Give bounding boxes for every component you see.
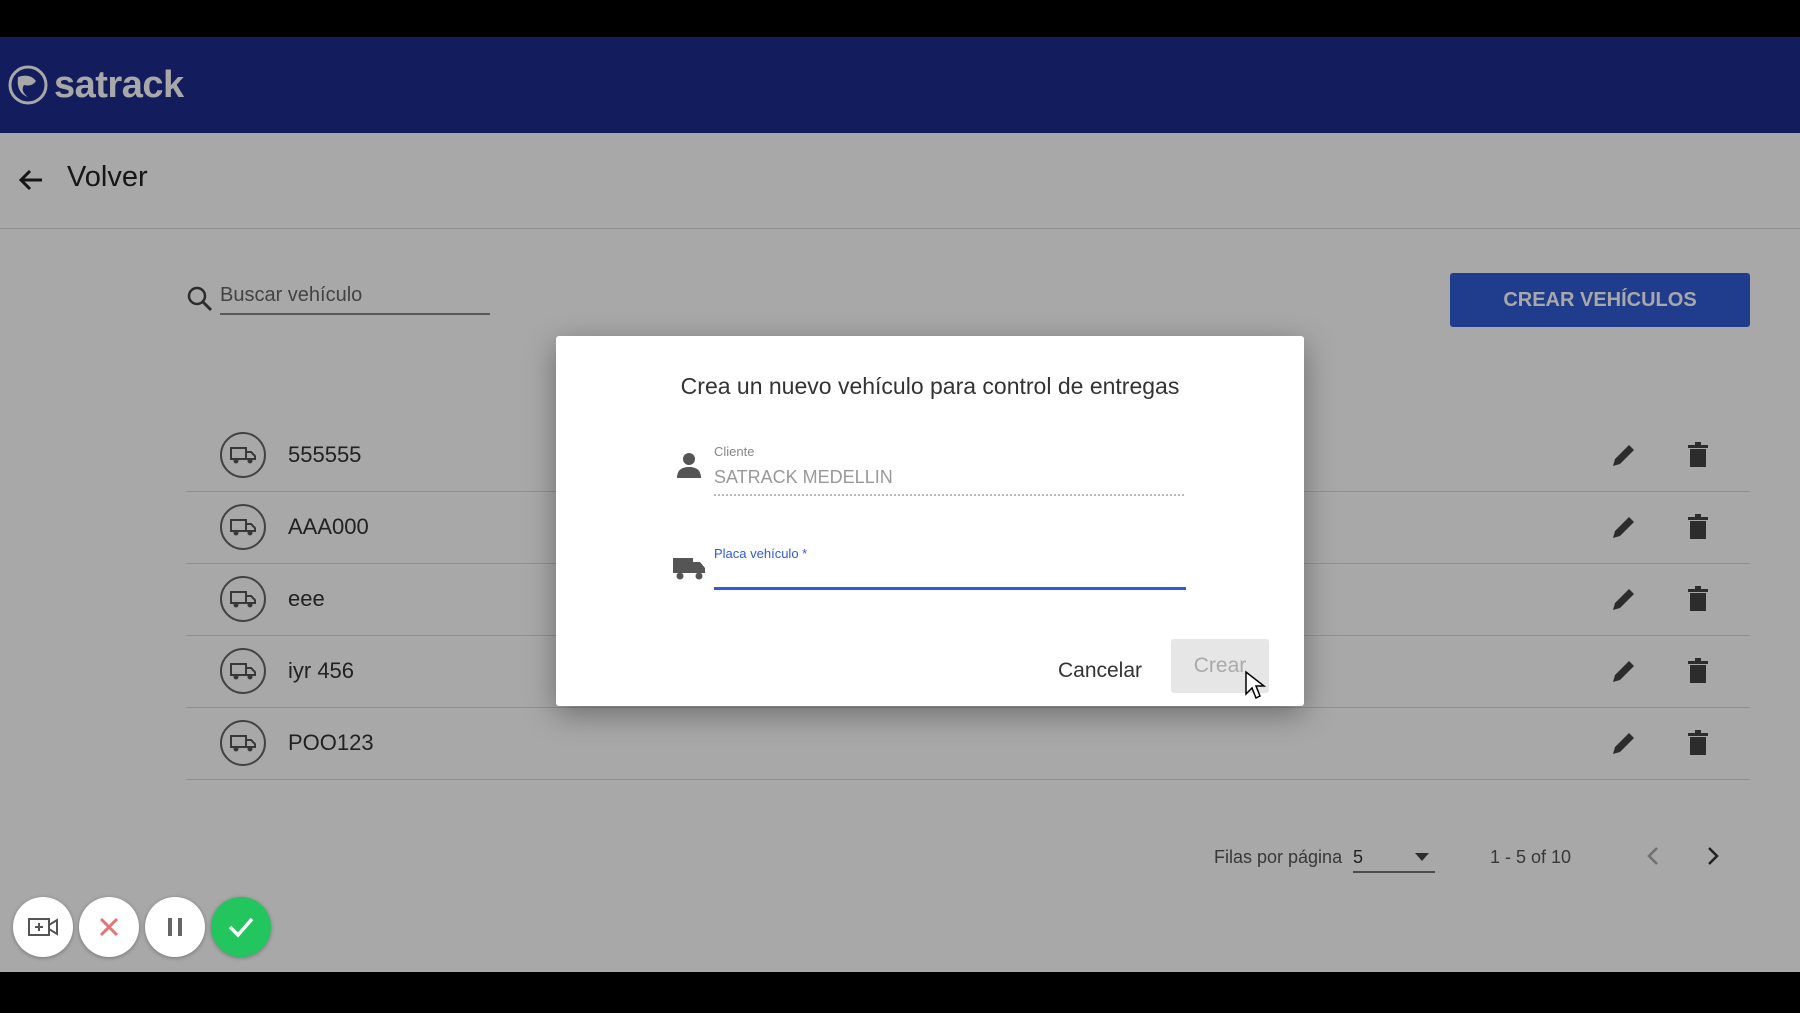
camera-icon [28, 918, 58, 936]
create-vehicle-dialog: Crea un nuevo vehículo para control de e… [556, 336, 1304, 706]
close-icon [99, 917, 119, 937]
cancel-recording-button[interactable] [79, 897, 139, 957]
recording-controls [13, 897, 271, 959]
truck-icon [673, 558, 705, 580]
client-label: Cliente [714, 444, 755, 459]
client-field [714, 494, 1184, 496]
pause-icon [168, 918, 182, 936]
check-icon [228, 917, 254, 938]
pause-button[interactable] [145, 897, 205, 957]
app-window: satrack Volver CREAR VEHÍCULOS 555555 [0, 37, 1800, 972]
video-frame: satrack Volver CREAR VEHÍCULOS 555555 [0, 0, 1800, 1013]
client-value: SATRACK MEDELLIN [714, 467, 893, 487]
camera-button[interactable] [13, 897, 73, 957]
cancel-button[interactable]: Cancelar [1032, 644, 1168, 698]
finish-recording-button[interactable] [211, 897, 271, 957]
mouse-cursor-icon [1245, 670, 1267, 700]
person-icon [677, 453, 701, 478]
dialog-title: Crea un nuevo vehículo para control de e… [680, 373, 1180, 399]
plate-input[interactable] [714, 554, 1186, 590]
